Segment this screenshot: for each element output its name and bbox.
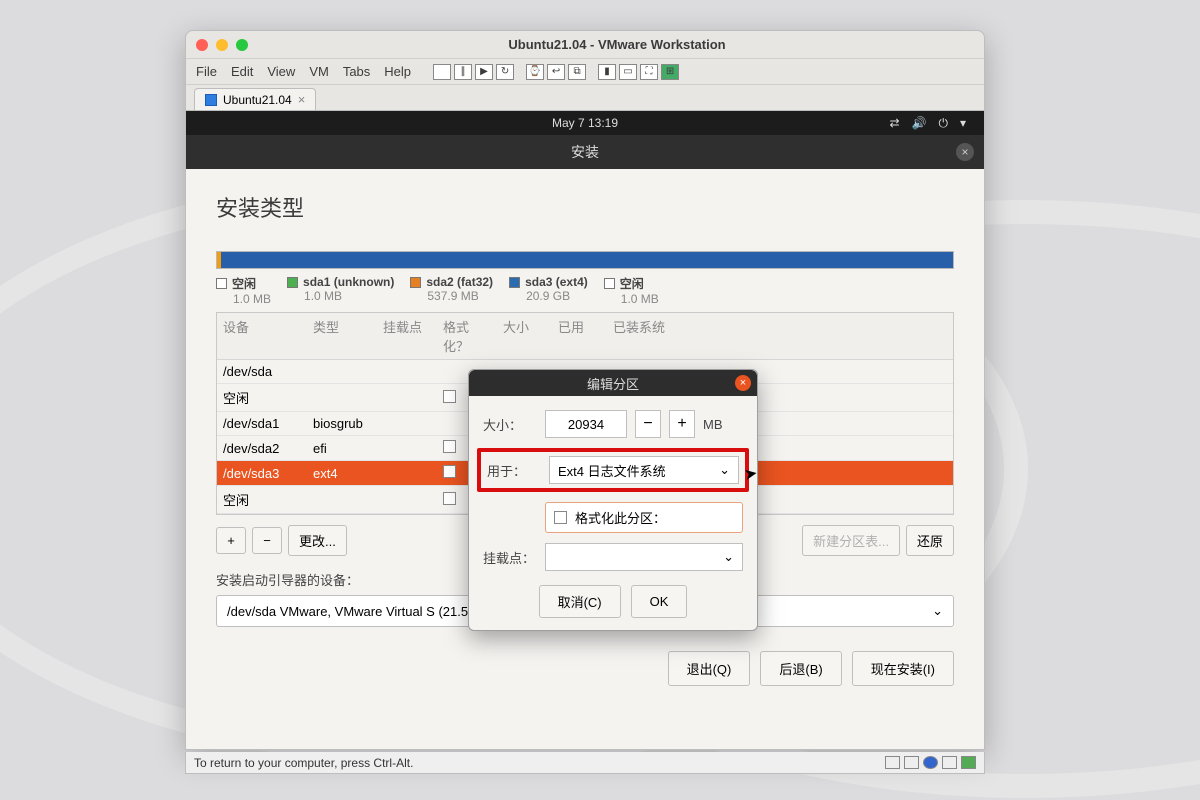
- menu-vm[interactable]: VM: [309, 64, 329, 79]
- chevron-down-icon: ⌄: [719, 462, 730, 478]
- network-status-icon[interactable]: [923, 756, 938, 769]
- legend-item[interactable]: 空闲1.0 MB: [604, 275, 659, 306]
- tab-close-icon[interactable]: ×: [298, 92, 306, 107]
- dialog-close-icon[interactable]: ×: [735, 375, 751, 391]
- console-icon[interactable]: ▭: [619, 64, 637, 80]
- fullscreen-icon[interactable]: ⛶: [640, 64, 658, 80]
- installer-title: 安装: [571, 142, 599, 162]
- clock[interactable]: May 7 13:19: [552, 116, 618, 130]
- legend-item[interactable]: 空闲1.0 MB: [216, 275, 271, 306]
- mount-select[interactable]: ⌄: [545, 543, 743, 571]
- close-icon[interactable]: [196, 39, 208, 51]
- chevron-down-icon: ⌄: [723, 549, 734, 565]
- zoom-icon[interactable]: [236, 39, 248, 51]
- network-icon[interactable]: ⇄: [889, 116, 899, 131]
- status-text: To return to your computer, press Ctrl-A…: [194, 756, 413, 770]
- window-controls: [196, 39, 248, 51]
- size-field: 大小： − + MB: [483, 410, 743, 438]
- chevron-down-icon: ⌄: [932, 603, 943, 619]
- legend-item[interactable]: sda2 (fat32)537.9 MB: [410, 275, 493, 306]
- power-icon[interactable]: ⏻: [938, 116, 948, 131]
- new-table-button[interactable]: 新建分区表...: [802, 525, 900, 556]
- vm-tab-label: Ubuntu21.04: [223, 93, 292, 107]
- installer-titlebar: 安装 ×: [186, 135, 984, 169]
- page-title: 安装类型: [216, 191, 954, 223]
- legend-item[interactable]: sda1 (unknown)1.0 MB: [287, 275, 394, 306]
- format-checkbox[interactable]: [443, 390, 456, 403]
- menu-view[interactable]: View: [267, 64, 295, 79]
- sound-icon[interactable]: [961, 756, 976, 769]
- poweroff-icon[interactable]: [433, 64, 451, 80]
- gnome-topbar: May 7 13:19 ⇄ 🔊 ⏻ ▾: [186, 111, 984, 135]
- dialog-titlebar: 编辑分区 ×: [469, 370, 757, 396]
- use-as-select[interactable]: Ext4 日志文件系统 ⌄: [549, 456, 739, 484]
- change-partition-button[interactable]: 更改...: [288, 525, 347, 556]
- menu-edit[interactable]: Edit: [231, 64, 253, 79]
- add-partition-button[interactable]: +: [216, 527, 246, 554]
- use-as-field: 用于： Ext4 日志文件系统 ⌄: [487, 456, 739, 484]
- partition-legend: 空闲1.0 MB sda1 (unknown)1.0 MB sda2 (fat32)…: [216, 275, 954, 306]
- format-checkbox[interactable]: [554, 511, 567, 524]
- thumbnail-icon[interactable]: ▮: [598, 64, 616, 80]
- host-titlebar: Ubuntu21.04 - VMware Workstation: [186, 31, 984, 59]
- vm-tab[interactable]: Ubuntu21.04 ×: [194, 88, 316, 110]
- size-decrement-button[interactable]: −: [635, 410, 661, 438]
- unity-icon[interactable]: ⊞: [661, 64, 679, 80]
- installer-close-icon[interactable]: ×: [956, 143, 974, 161]
- size-increment-button[interactable]: +: [669, 410, 695, 438]
- size-input[interactable]: [545, 410, 627, 438]
- edit-partition-dialog: 编辑分区 × 大小： − + MB 用于： Ext4 日志文件系统 ⌄ 格式化此…: [468, 369, 758, 631]
- hdd-icon[interactable]: [885, 756, 900, 769]
- snapshot-icon[interactable]: ⌚: [526, 64, 544, 80]
- cd-icon[interactable]: [904, 756, 919, 769]
- partition-bar[interactable]: [216, 251, 954, 269]
- snapshot-back-icon[interactable]: ↩: [547, 64, 565, 80]
- play-icon[interactable]: ▶: [475, 64, 493, 80]
- remove-partition-button[interactable]: −: [252, 527, 282, 554]
- legend-item[interactable]: sda3 (ext4)20.9 GB: [509, 275, 588, 306]
- format-checkbox[interactable]: [443, 492, 456, 505]
- dialog-title: 编辑分区: [587, 374, 639, 393]
- wizard-footer: 退出(Q) 后退(B) 现在安装(I): [216, 651, 954, 686]
- format-checkbox[interactable]: [443, 465, 456, 478]
- restart-icon[interactable]: ↻: [496, 64, 514, 80]
- install-now-button[interactable]: 现在安装(I): [852, 651, 954, 686]
- host-statusbar: To return to your computer, press Ctrl-A…: [185, 752, 985, 774]
- vm-tabstrip: Ubuntu21.04 ×: [186, 85, 984, 111]
- pause-icon[interactable]: ∥: [454, 64, 472, 80]
- quit-button[interactable]: 退出(Q): [668, 651, 751, 686]
- minimize-icon[interactable]: [216, 39, 228, 51]
- host-menubar: File Edit View VM Tabs Help ∥ ▶ ↻ ⌚ ↩ ⧉ …: [186, 59, 984, 85]
- snapshot-mgr-icon[interactable]: ⧉: [568, 64, 586, 80]
- format-checkbox[interactable]: [443, 440, 456, 453]
- host-title: Ubuntu21.04 - VMware Workstation: [260, 37, 974, 52]
- back-button[interactable]: 后退(B): [760, 651, 841, 686]
- mount-field: 挂载点： ⌄: [483, 543, 743, 571]
- menu-file[interactable]: File: [196, 64, 217, 79]
- ok-button[interactable]: OK: [631, 585, 688, 618]
- cancel-button[interactable]: 取消(C): [539, 585, 621, 618]
- table-header: 设备 类型 挂载点 格式化？ 大小 已用 已装系统: [217, 313, 953, 360]
- menu-tabs[interactable]: Tabs: [343, 64, 370, 79]
- format-field: 格式化此分区：: [545, 502, 743, 533]
- highlight-box: 用于： Ext4 日志文件系统 ⌄: [477, 448, 749, 492]
- chevron-down-icon[interactable]: ▾: [960, 116, 966, 131]
- menu-help[interactable]: Help: [384, 64, 411, 79]
- vm-icon: [205, 94, 217, 106]
- printer-icon[interactable]: [942, 756, 957, 769]
- revert-button[interactable]: 还原: [906, 525, 954, 556]
- volume-icon[interactable]: 🔊: [912, 116, 927, 131]
